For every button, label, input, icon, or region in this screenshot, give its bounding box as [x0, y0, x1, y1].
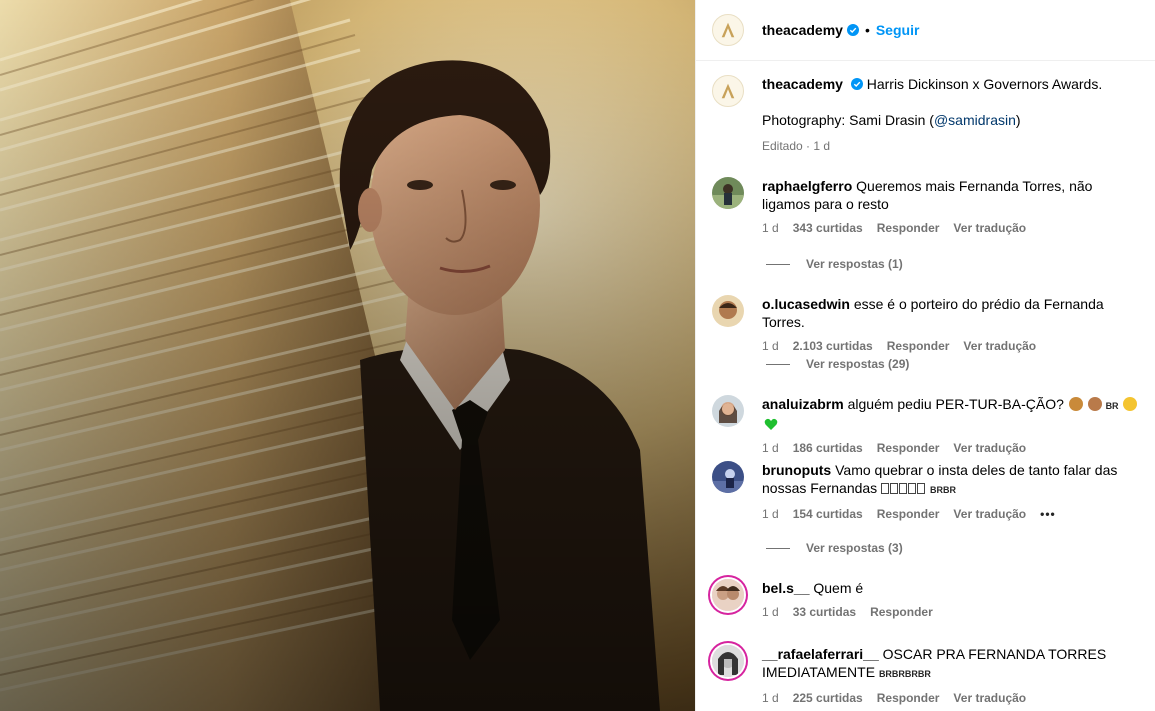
user-photo-icon — [712, 645, 744, 677]
user-photo-icon — [712, 295, 744, 327]
translate-button[interactable]: Ver tradução — [953, 507, 1026, 521]
comment-likes[interactable]: 2.103 curtidas — [793, 339, 873, 353]
post-header: theacademy • Seguir — [696, 0, 1155, 61]
caption-meta: Editado · 1 d — [762, 139, 831, 153]
caption-photo-credit: Photography: Sami Drasin (@samidrasin) — [762, 111, 1142, 129]
comment-item: __rafaelaferrari__ OSCAR PRA FERNANDA TO… — [712, 645, 1142, 705]
reply-button[interactable]: Responder — [877, 507, 940, 521]
reply-button[interactable]: Responder — [877, 691, 940, 705]
portrait-illustration — [0, 0, 695, 711]
post-caption: theacademy Harris Dickinson x Governors … — [712, 75, 1142, 153]
comment-likes[interactable]: 343 curtidas — [793, 221, 863, 235]
view-replies-button[interactable]: Ver respostas (29) — [766, 357, 909, 371]
post-sidebar: theacademy • Seguir theacademy Harris Di… — [695, 0, 1155, 711]
user-photo-icon — [712, 579, 744, 611]
comment-username[interactable]: bel.s__ — [762, 580, 809, 596]
mention-link[interactable]: @samidrasin — [934, 112, 1016, 128]
comment-username[interactable]: analuizabrm — [762, 396, 844, 412]
comment-time[interactable]: 1 d — [762, 605, 779, 619]
comment-avatar[interactable] — [712, 395, 744, 427]
user-photo-icon — [712, 177, 744, 209]
caption-text: Harris Dickinson x Governors Awards. — [866, 76, 1103, 92]
view-replies-button[interactable]: Ver respostas (3) — [766, 541, 903, 555]
oscar-logo-icon — [721, 22, 735, 38]
comment-time[interactable]: 1 d — [762, 441, 779, 455]
comment-avatar[interactable] — [712, 461, 744, 493]
follow-button[interactable]: Seguir — [876, 22, 920, 38]
caption-photo-suffix: ) — [1015, 112, 1021, 128]
view-replies-label: Ver respostas (29) — [806, 357, 910, 371]
monkey-emoji-icon — [1068, 397, 1083, 411]
caption-username[interactable]: theacademy — [762, 76, 843, 92]
reply-button[interactable]: Responder — [877, 441, 940, 455]
translate-button[interactable]: Ver tradução — [953, 691, 1026, 705]
translate-button[interactable]: Ver tradução — [953, 441, 1026, 455]
more-options-icon[interactable]: ••• — [1040, 507, 1056, 521]
replies-line — [766, 263, 790, 265]
replies-line — [766, 363, 790, 365]
verified-badge-icon — [846, 24, 859, 36]
comment-item: o.lucasedwin esse é o porteiro do prédio… — [712, 295, 1142, 353]
comment-text: Quem é — [813, 580, 864, 596]
reply-button[interactable]: Responder — [877, 221, 940, 235]
account-username[interactable]: theacademy — [762, 22, 843, 38]
comment-text: alguém pediu PER-TUR-BA-ÇÃO? — [847, 396, 1064, 412]
view-replies-label: Ver respostas (1) — [806, 257, 903, 271]
view-replies-button[interactable]: Ver respostas (1) — [766, 257, 903, 271]
comments-scroll-area[interactable]: theacademy Harris Dickinson x Governors … — [696, 61, 1155, 711]
comment-username[interactable]: brunoputs — [762, 462, 831, 478]
unsupported-glyphs — [881, 480, 926, 496]
comment-avatar[interactable] — [712, 177, 744, 209]
comment-time[interactable]: 1 d — [762, 221, 779, 235]
comment-likes[interactable]: 225 curtidas — [793, 691, 863, 705]
post-photo[interactable] — [0, 0, 695, 711]
comment-likes[interactable]: 154 curtidas — [793, 507, 863, 521]
comment-avatar[interactable] — [712, 295, 744, 327]
green-heart-icon — [764, 418, 778, 430]
comment-item: bel.s__ Quem é 1 d 33 curtidas Responder — [712, 579, 1142, 619]
flag-tag: BR — [1105, 401, 1119, 411]
comment-username[interactable]: o.lucasedwin — [762, 296, 850, 312]
user-photo-icon — [712, 461, 744, 493]
comment-username[interactable]: raphaelgferro — [762, 178, 852, 194]
comment-likes[interactable]: 186 curtidas — [793, 441, 863, 455]
flag-tag: BRBR — [929, 485, 956, 495]
flag-tag: BRBRBRBR — [878, 669, 931, 679]
caption-avatar[interactable] — [712, 75, 744, 107]
oscar-logo-icon — [721, 83, 735, 99]
header-separator: • — [864, 22, 870, 38]
smile-emoji-icon — [1123, 397, 1138, 411]
reply-button[interactable]: Responder — [870, 605, 933, 619]
comment-item: brunoputs Vamo quebrar o insta deles de … — [712, 461, 1142, 521]
user-photo-icon — [712, 395, 744, 427]
comment-username[interactable]: __rafaelaferrari__ — [762, 646, 879, 662]
account-avatar[interactable] — [712, 14, 744, 46]
translate-button[interactable]: Ver tradução — [953, 221, 1026, 235]
reply-button[interactable]: Responder — [887, 339, 950, 353]
replies-line — [766, 547, 790, 549]
comment-time[interactable]: 1 d — [762, 339, 779, 353]
verified-badge-icon — [850, 78, 863, 90]
view-replies-label: Ver respostas (3) — [806, 541, 903, 555]
comment-avatar-story[interactable] — [712, 579, 744, 611]
comment-time[interactable]: 1 d — [762, 691, 779, 705]
caption-photo-prefix: Photography: Sami Drasin ( — [762, 112, 934, 128]
instagram-post-modal: theacademy • Seguir theacademy Harris Di… — [0, 0, 1155, 711]
comment-time[interactable]: 1 d — [762, 507, 779, 521]
comment-item: analuizabrm alguém pediu PER-TUR-BA-ÇÃO?… — [712, 395, 1142, 455]
translate-button[interactable]: Ver tradução — [963, 339, 1036, 353]
comment-avatar-story[interactable] — [712, 645, 744, 677]
monkey-emoji-icon — [1087, 397, 1102, 411]
comment-likes[interactable]: 33 curtidas — [793, 605, 856, 619]
comment-item: raphaelgferro Queremos mais Fernanda Tor… — [712, 177, 1142, 235]
